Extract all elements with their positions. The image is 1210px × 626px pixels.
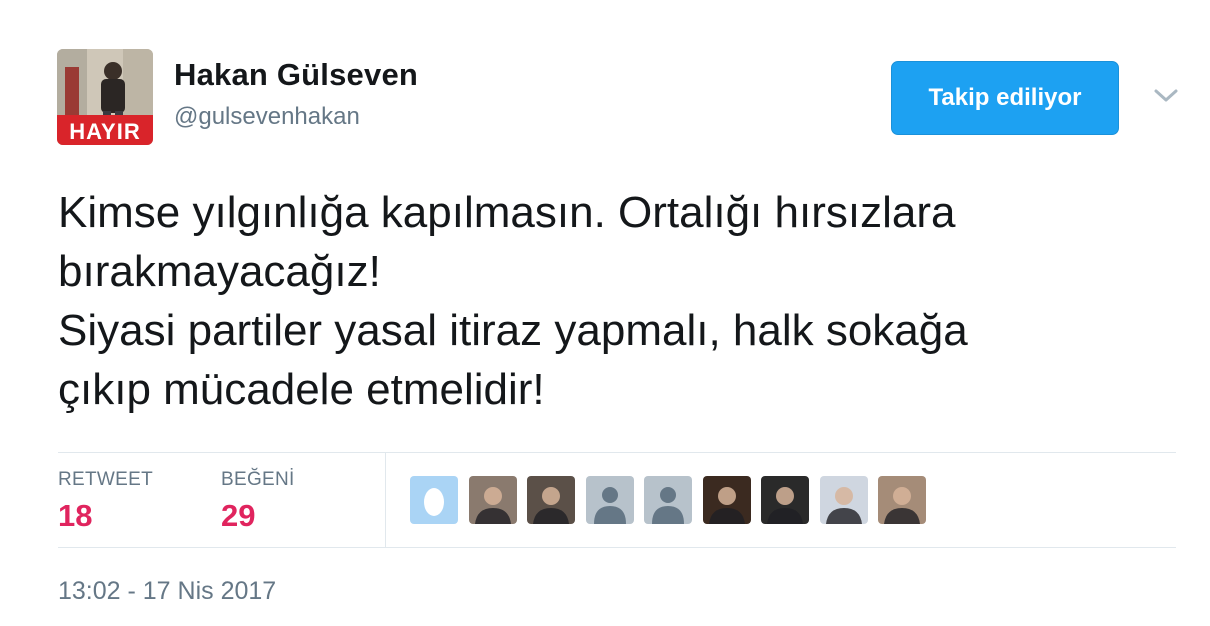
- retweet-count[interactable]: 18: [58, 498, 92, 534]
- liker-avatar[interactable]: [761, 476, 809, 524]
- liker-avatar[interactable]: [702, 476, 751, 524]
- liker-avatar[interactable]: [527, 476, 575, 524]
- tweet-text: Kimse yılgınlığa kapılmasın. Ortalığı hı…: [58, 188, 968, 414]
- likes-label[interactable]: BEĞENİ: [221, 469, 295, 491]
- liker-avatar[interactable]: [819, 476, 868, 524]
- author-name[interactable]: Hakan Gülseven: [174, 57, 418, 93]
- author-handle[interactable]: @gulsevenhakan: [174, 103, 360, 131]
- liker-avatar[interactable]: [585, 476, 634, 524]
- retweet-label[interactable]: RETWEET: [58, 469, 153, 491]
- stats-divider: [385, 453, 386, 547]
- tweet-timestamp[interactable]: 13:02 - 17 Nis 2017: [58, 577, 276, 606]
- liker-avatar[interactable]: [644, 476, 692, 524]
- author-avatar[interactable]: HAYIR: [57, 49, 153, 145]
- divider-bottom: [58, 547, 1176, 548]
- liker-avatar[interactable]: [468, 476, 517, 524]
- chevron-down-icon[interactable]: [1151, 84, 1181, 108]
- liker-avatar[interactable]: [878, 476, 926, 524]
- avatar-hayir-text: HAYIR: [69, 119, 140, 144]
- likes-count[interactable]: 29: [221, 498, 255, 534]
- divider-top: [58, 452, 1176, 453]
- liker-avatar[interactable]: [410, 476, 458, 524]
- following-button[interactable]: Takip ediliyor: [891, 61, 1119, 135]
